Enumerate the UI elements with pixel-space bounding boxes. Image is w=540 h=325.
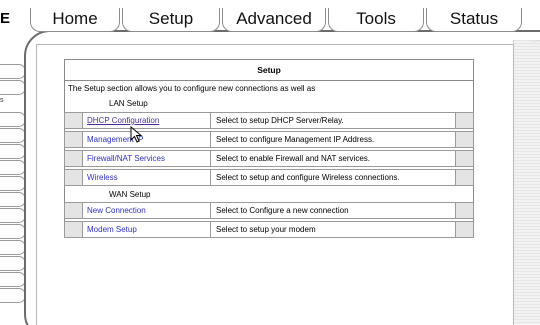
row-grip [64, 131, 83, 148]
dhcp-configuration-description: Select to setup DHCP Server/Relay. [210, 112, 456, 129]
setup-table: Setup The Setup section allows you to co… [64, 59, 474, 238]
tab-advanced[interactable]: Advanced [222, 8, 326, 32]
table-row: Modem Setup Select to setup your modem [64, 221, 474, 238]
row-grip [64, 150, 83, 167]
row-end-cap [455, 202, 474, 219]
table-row: Firewall/NAT Services Select to enable F… [64, 150, 474, 167]
management-ip-description: Select to configure Management IP Addres… [210, 131, 456, 148]
side-tab[interactable] [0, 224, 26, 239]
side-tab[interactable] [0, 144, 26, 159]
side-tab[interactable] [0, 176, 26, 191]
setup-title: Setup [64, 59, 474, 81]
tab-status[interactable]: Status [426, 8, 522, 32]
table-row: Wireless Select to setup and configure W… [64, 169, 474, 186]
side-tab-label-fragment: s [0, 97, 4, 104]
row-grip [64, 221, 83, 238]
setup-intro-text: The Setup section allows you to configur… [68, 83, 316, 93]
mouse-pointer-icon [130, 126, 143, 143]
side-tab[interactable] [0, 64, 26, 79]
modem-setup-link[interactable]: Modem Setup [82, 221, 211, 238]
firewall-nat-services-description: Select to enable Firewall and NAT servic… [210, 150, 456, 167]
new-connection-link[interactable]: New Connection [82, 202, 211, 219]
table-row: DHCP Configuration Select to setup DHCP … [64, 112, 474, 129]
management-ip-link[interactable]: Management IP [82, 131, 211, 148]
right-scroll-shade [513, 40, 540, 325]
row-end-cap [455, 112, 474, 129]
side-tab[interactable] [0, 192, 26, 207]
side-tab[interactable] [0, 128, 26, 143]
side-tab[interactable] [0, 112, 26, 127]
dhcp-configuration-link[interactable]: DHCP Configuration [82, 112, 211, 129]
tab-home[interactable]: Home [30, 8, 120, 32]
lan-setup-heading: LAN Setup [109, 99, 148, 109]
side-tab[interactable] [0, 256, 26, 271]
router-admin-page: E s Home Setup Advanced Tools Status Set… [0, 0, 540, 325]
wan-setup-heading: WAN Setup [109, 189, 151, 199]
side-tab[interactable] [0, 272, 26, 287]
table-row: New Connection Select to Configure a new… [64, 202, 474, 219]
brand-logo-fragment: E [0, 10, 11, 27]
side-tab[interactable] [0, 240, 26, 255]
firewall-nat-services-link[interactable]: Firewall/NAT Services [82, 150, 211, 167]
side-tab[interactable] [0, 160, 26, 175]
row-grip [64, 202, 83, 219]
row-end-cap [455, 150, 474, 167]
modem-setup-description: Select to setup your modem [210, 221, 456, 238]
new-connection-description: Select to Configure a new connection [210, 202, 456, 219]
main-nav: Home Setup Advanced Tools Status [30, 0, 540, 34]
wireless-link[interactable]: Wireless [82, 169, 211, 186]
nav-corner-curve [522, 2, 540, 42]
table-row: Management IP Select to configure Manage… [64, 131, 474, 148]
row-end-cap [455, 131, 474, 148]
wireless-description: Select to setup and configure Wireless c… [210, 169, 456, 186]
row-grip [64, 112, 83, 129]
tab-setup[interactable]: Setup [122, 8, 220, 32]
side-tab[interactable] [0, 288, 26, 303]
side-tab[interactable] [0, 208, 26, 223]
row-grip [64, 169, 83, 186]
row-end-cap [455, 169, 474, 186]
side-tab[interactable] [0, 80, 26, 95]
row-end-cap [455, 221, 474, 238]
tab-tools[interactable]: Tools [328, 8, 424, 32]
